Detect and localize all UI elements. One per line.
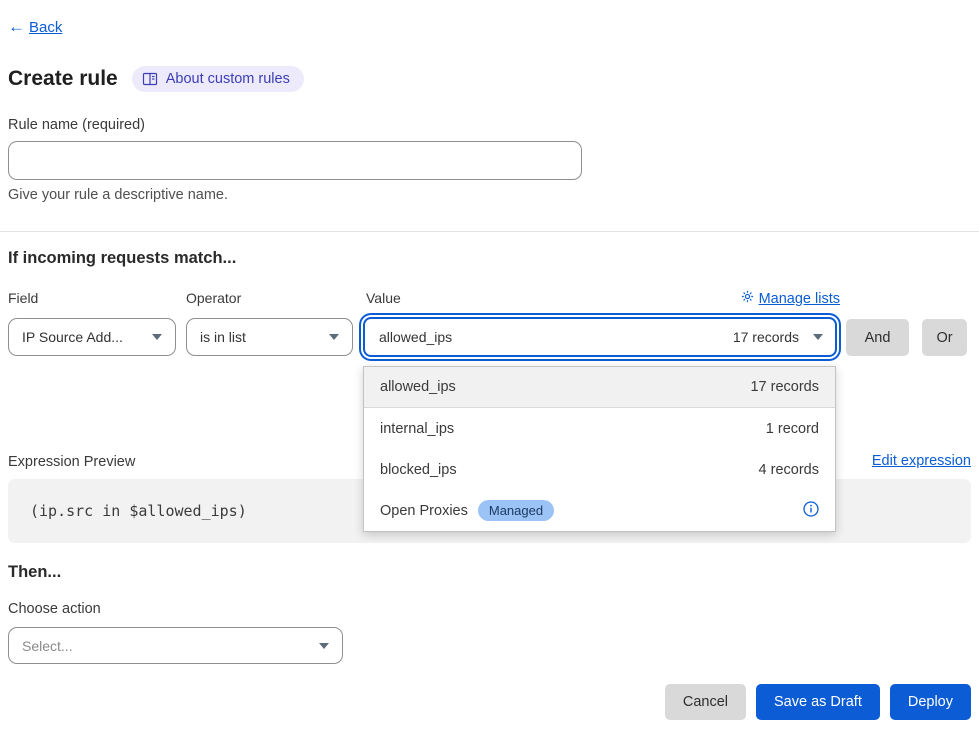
about-custom-rules-link[interactable]: About custom rules — [132, 66, 304, 92]
list-item-internal-ips[interactable]: internal_ips 1 record — [364, 408, 835, 449]
title-row: Create rule About custom rules — [8, 66, 304, 92]
rule-name-helper: Give your rule a descriptive name. — [8, 187, 228, 203]
list-item-name: allowed_ips — [380, 379, 456, 395]
choose-action-label: Choose action — [8, 601, 101, 617]
rule-name-input[interactable] — [8, 141, 582, 180]
expression-preview-label: Expression Preview — [8, 454, 135, 470]
list-item-count: 17 records — [750, 379, 819, 395]
list-item-open-proxies[interactable]: Open Proxies Managed — [364, 490, 835, 531]
rule-name-label: Rule name (required) — [8, 117, 145, 133]
value-dropdown-panel: allowed_ips 17 records internal_ips 1 re… — [363, 366, 836, 532]
manage-lists-link[interactable]: Manage lists — [741, 290, 840, 307]
back-arrow-icon: ← — [8, 17, 25, 37]
operator-select-value: is in list — [200, 329, 246, 345]
list-item-count: 1 record — [766, 421, 819, 437]
list-item-name: Open Proxies — [380, 503, 468, 519]
gear-icon — [741, 290, 754, 307]
manage-lists-label[interactable]: Manage lists — [759, 291, 840, 307]
chevron-down-icon — [319, 643, 329, 649]
create-rule-page: ← Back Create rule About custom rules Ru… — [0, 0, 979, 739]
value-select-count: 17 records — [733, 329, 799, 345]
chevron-down-icon — [813, 334, 823, 340]
list-item-name: blocked_ips — [380, 462, 457, 478]
operator-label: Operator — [186, 290, 241, 306]
deploy-button[interactable]: Deploy — [890, 684, 971, 720]
action-select[interactable]: Select... — [8, 627, 343, 664]
field-select-value: IP Source Add... — [22, 329, 123, 345]
list-item-name: internal_ips — [380, 421, 454, 437]
cancel-button[interactable]: Cancel — [665, 684, 746, 720]
about-custom-rules-label: About custom rules — [166, 71, 290, 87]
managed-badge: Managed — [478, 500, 554, 521]
expression-code: (ip.src in $allowed_ips) — [30, 502, 247, 520]
value-select[interactable]: allowed_ips 17 records — [363, 317, 837, 357]
value-select-value: allowed_ips — [379, 329, 452, 345]
then-section-heading: Then... — [8, 563, 61, 582]
chevron-down-icon — [329, 334, 339, 340]
book-icon — [142, 72, 158, 86]
operator-select[interactable]: is in list — [186, 318, 353, 356]
match-section-heading: If incoming requests match... — [8, 249, 236, 268]
page-title: Create rule — [8, 67, 118, 91]
list-item-blocked-ips[interactable]: blocked_ips 4 records — [364, 449, 835, 490]
section-divider — [0, 231, 979, 232]
and-button[interactable]: And — [846, 319, 909, 356]
field-select[interactable]: IP Source Add... — [8, 318, 176, 356]
chevron-down-icon — [152, 334, 162, 340]
field-label: Field — [8, 290, 38, 306]
footer-actions: Cancel Save as Draft Deploy — [665, 684, 971, 720]
list-item-allowed-ips[interactable]: allowed_ips 17 records — [364, 367, 835, 408]
value-label: Value — [366, 290, 401, 306]
action-select-placeholder: Select... — [22, 638, 73, 654]
list-item-count: 4 records — [759, 462, 819, 478]
or-button[interactable]: Or — [922, 319, 967, 356]
edit-expression-label[interactable]: Edit expression — [872, 453, 971, 469]
edit-expression-link[interactable]: Edit expression — [872, 453, 971, 469]
save-as-draft-button[interactable]: Save as Draft — [756, 684, 880, 720]
back-link-label[interactable]: Back — [29, 19, 62, 36]
info-icon[interactable] — [803, 501, 819, 521]
back-link[interactable]: ← Back — [8, 17, 62, 37]
